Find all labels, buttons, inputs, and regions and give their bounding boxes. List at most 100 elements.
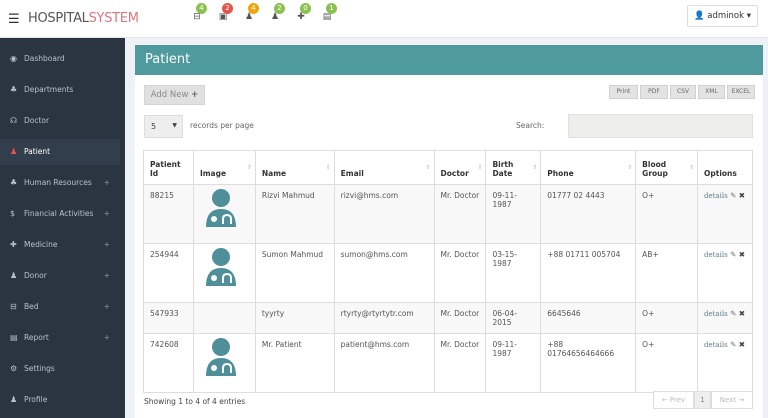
image-cell [192, 184, 256, 244]
expand-icon: + [103, 271, 110, 280]
patient-icon: ♟ [10, 147, 18, 156]
expand-icon: + [103, 302, 110, 311]
export-pdf-button[interactable]: PDF [640, 85, 668, 99]
add-new-button[interactable]: Add New + [144, 85, 205, 105]
sort-icon: ⇕ [532, 164, 538, 171]
column-header[interactable]: Phone ⇕ [540, 150, 637, 185]
column-header[interactable]: Email ⇕ [333, 150, 435, 185]
options-cell: details ✎ ✖ [697, 333, 753, 393]
table-row: 88215 Rizvi Mahmud rizvi@hms.com Mr. Doc… [143, 184, 753, 244]
sidebar-item-donor[interactable]: ♟ Donor + [0, 263, 120, 289]
sidebar: ◉ Dashboard ♣ Departments ☊ Doctor ♟ Patient ♣ Hu… [0, 38, 125, 418]
details-link[interactable]: details [704, 192, 728, 200]
notification-user-icon[interactable]: ♟ 4 [242, 3, 259, 22]
dollar-icon: $ [10, 209, 16, 218]
notification-badge: 2 [274, 3, 285, 14]
top-bar: ☰ HOSPITALSYSTEM ⊟ 4 ▣ 2 ♟ 4 ♟ 2 ✚ 0 ▤ 1 👤 adminok … [0, 0, 768, 38]
patient-avatar [205, 338, 236, 376]
edit-icon[interactable]: ✎ [730, 191, 736, 200]
image-cell [192, 302, 256, 334]
patient-avatar [205, 248, 236, 286]
notification-user-icon[interactable]: ♟ 2 [268, 3, 285, 22]
sort-icon: ⇕ [688, 164, 694, 171]
user-menu[interactable]: 👤 adminok ▾ [686, 5, 758, 27]
edit-icon[interactable]: ✎ [730, 340, 736, 349]
notification-badge: 2 [222, 3, 233, 14]
edit-icon[interactable]: ✎ [730, 309, 736, 318]
expand-icon: + [103, 240, 110, 249]
export-csv-button[interactable]: CSV [670, 85, 696, 99]
delete-icon[interactable]: ✖ [739, 191, 745, 200]
expand-icon: + [103, 333, 110, 342]
sidebar-item-bed[interactable]: ⊟ Bed + [0, 294, 120, 320]
next-page-button[interactable]: Next → [711, 391, 753, 409]
expand-icon: + [103, 209, 110, 218]
medkit-icon: ✚ [10, 240, 17, 249]
delete-icon[interactable]: ✖ [739, 340, 745, 349]
export-excel-button[interactable]: EXCEL [727, 85, 755, 99]
sort-icon: ⇕ [325, 164, 331, 171]
patient-table: Patient Id Image ⇕ Name ⇕ Email ⇕ Doctor ⇕ Birth … [143, 150, 753, 393]
table-row: 742608 Mr. Patient patient@hms.com Mr. D… [143, 333, 753, 393]
sidebar-item-human-resources[interactable]: ♣ Human Resources + [0, 170, 120, 196]
sidebar-item-settings[interactable]: ⚙ Settings [0, 356, 120, 382]
notification-clipboard-icon[interactable]: ▤ 1 [320, 3, 337, 22]
options-cell: details ✎ ✖ [697, 184, 753, 244]
search-input[interactable] [568, 114, 753, 138]
page-title: Patient [135, 45, 763, 75]
column-header[interactable]: Doctor ⇕ [433, 150, 487, 185]
brand-logo[interactable]: HOSPITALSYSTEM [28, 11, 139, 26]
notification-badge: 4 [196, 3, 207, 14]
details-link[interactable]: details [704, 341, 728, 349]
details-link[interactable]: details [704, 251, 728, 259]
notification-money-icon[interactable]: ▣ 2 [216, 3, 233, 22]
sort-icon: ⇕ [627, 164, 633, 171]
table-row: 547933 tyyrty rtyrty@rtyrtytr.com Mr. Do… [143, 302, 753, 334]
notification-badge: 4 [248, 3, 259, 14]
report-icon: ▤ [10, 333, 18, 342]
sidebar-item-profile[interactable]: ♟ Profile [0, 387, 120, 413]
table-row: 254944 Sumon Mahmud sumon@hms.com Mr. Do… [143, 243, 753, 303]
delete-icon[interactable]: ✖ [739, 309, 745, 318]
users-icon: ♣ [10, 178, 18, 187]
delete-icon[interactable]: ✖ [739, 250, 745, 259]
dashboard-icon: ◉ [10, 54, 17, 63]
page-size-select[interactable]: 5 ▼ [144, 115, 183, 138]
stethoscope-icon: ☊ [10, 116, 18, 125]
options-cell: details ✎ ✖ [697, 302, 753, 334]
export-print-button[interactable]: Print [609, 85, 638, 99]
notification-medkit-icon[interactable]: ✚ 0 [294, 3, 311, 22]
menu-toggle-icon[interactable]: ☰ [8, 12, 20, 27]
expand-icon: + [103, 178, 110, 187]
sidebar-item-medicine[interactable]: ✚ Medicine + [0, 232, 120, 258]
column-header[interactable]: Blood Group ⇕ [635, 150, 698, 185]
sidebar-item-report[interactable]: ▤ Report + [0, 325, 120, 351]
search-label: Search: [516, 121, 545, 130]
sidebar-item-dashboard[interactable]: ◉ Dashboard [0, 46, 120, 72]
records-per-page-label: records per page [190, 121, 254, 130]
sidebar-item-financial-activities[interactable]: $ Financial Activities + [0, 201, 120, 227]
sitemap-icon: ♣ [10, 85, 18, 94]
details-link[interactable]: details [704, 310, 728, 318]
profile-icon: ♟ [10, 395, 18, 404]
sidebar-item-doctor[interactable]: ☊ Doctor [0, 108, 120, 134]
column-header[interactable]: Options [697, 150, 753, 185]
notification-badge: 0 [300, 3, 311, 14]
options-cell: details ✎ ✖ [697, 243, 753, 303]
export-xml-button[interactable]: XML [698, 85, 725, 99]
notification-bed-icon[interactable]: ⊟ 4 [190, 3, 207, 22]
sidebar-item-patient[interactable]: ♟ Patient [0, 139, 120, 165]
column-header[interactable]: Birth Date ⇕ [485, 150, 542, 185]
page-1-button[interactable]: 1 [694, 391, 711, 409]
column-header[interactable]: Patient Id [143, 150, 194, 185]
sort-icon: ⇕ [477, 164, 483, 171]
sidebar-item-departments[interactable]: ♣ Departments [0, 77, 120, 103]
prev-page-button[interactable]: ← Prev [653, 391, 694, 409]
entries-info: Showing 1 to 4 of 4 entries [144, 397, 246, 406]
patient-avatar [205, 189, 236, 227]
settings-icon: ⚙ [10, 364, 18, 373]
column-header[interactable]: Image ⇕ [192, 150, 256, 185]
edit-icon[interactable]: ✎ [730, 250, 736, 259]
column-header[interactable]: Name ⇕ [254, 150, 335, 185]
notification-badge: 1 [326, 3, 337, 14]
